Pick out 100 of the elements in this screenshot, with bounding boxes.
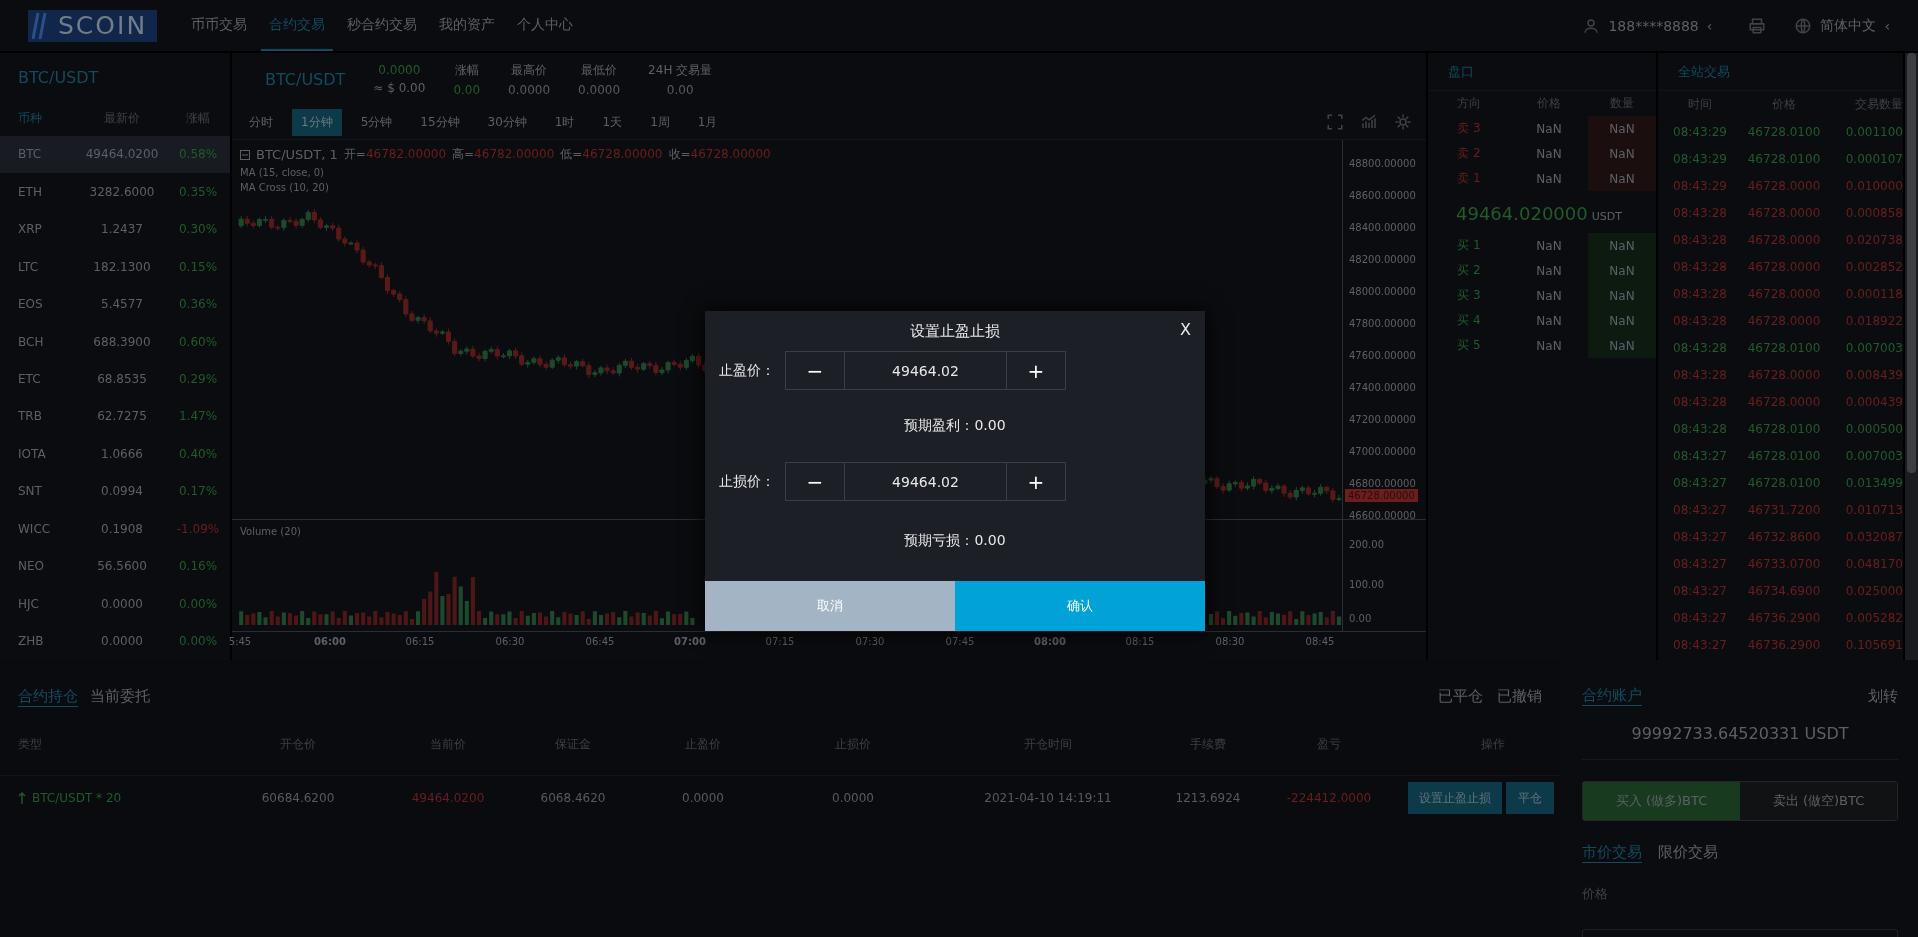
- column-header[interactable]: 币种: [0, 109, 78, 127]
- decrement-button[interactable]: −: [785, 462, 845, 501]
- market-row[interactable]: NEO 56.5600 0.16%: [0, 547, 230, 586]
- time-tick: 07:45: [944, 636, 976, 647]
- time-tick: 07:30: [854, 636, 886, 647]
- printer-icon: [1748, 16, 1767, 35]
- trade-amount: 0.025000: [1844, 583, 1903, 598]
- side-label: 卖 2: [1456, 145, 1482, 162]
- market-row[interactable]: ETH 3282.6000 0.35%: [0, 173, 230, 211]
- stat-value: 0.0000: [508, 82, 551, 97]
- volume-label: Volume (20): [240, 526, 301, 537]
- transfer-link[interactable]: 划转: [1868, 686, 1898, 706]
- trade-price: 46734.6900: [1746, 583, 1822, 598]
- market-row[interactable]: BCH 688.3900 0.60%: [0, 322, 230, 361]
- chevron-icon[interactable]: ‹: [1706, 17, 1713, 34]
- side-toggle[interactable]: 卖出 (做空)BTC: [1740, 782, 1897, 820]
- interval-tab[interactable]: 1月: [688, 108, 727, 136]
- interval-tab[interactable]: 1周: [641, 108, 679, 136]
- indicator-label: MA (15, close, 0): [240, 167, 325, 178]
- order-price: NaN: [1535, 238, 1563, 253]
- market-row[interactable]: IOTA 1.0666 0.40%: [0, 435, 230, 473]
- trade-time: 08:43:27: [1672, 475, 1728, 490]
- logo[interactable]: SCOIN: [28, 9, 158, 42]
- price-tick: 48800.00000: [1349, 158, 1416, 169]
- stat-label: 最高价: [511, 61, 548, 79]
- price-input[interactable]: 49464.02: [845, 462, 1006, 501]
- market-row[interactable]: ETC 68.8535 0.29%: [0, 360, 230, 398]
- trade-price: 46736.2900: [1746, 637, 1822, 652]
- price-tick: 47400.00000: [1349, 382, 1416, 393]
- order-type-tab[interactable]: 限价交易: [1658, 843, 1718, 863]
- order-price: NaN: [1535, 171, 1563, 186]
- order-amount: NaN: [1588, 233, 1656, 258]
- nav-item[interactable]: 币币交易: [183, 0, 256, 51]
- indicator-label: MA Cross (10, 20): [240, 182, 330, 193]
- interval-tab[interactable]: 5分钟: [351, 108, 402, 136]
- increment-button[interactable]: +: [1006, 351, 1066, 390]
- interval-tab[interactable]: 分时: [240, 108, 282, 136]
- interval-tab[interactable]: 1分钟: [292, 108, 342, 136]
- trade-amount: 0.018922: [1844, 313, 1903, 328]
- interval-tab[interactable]: 30分钟: [478, 108, 536, 136]
- filter-link[interactable]: 已撤销: [1497, 687, 1542, 707]
- price-tick: 47000.00000: [1349, 446, 1416, 457]
- order-price: NaN: [1535, 313, 1563, 328]
- decrement-button[interactable]: −: [785, 351, 845, 390]
- action-button[interactable]: 设置止盈止损: [1408, 782, 1502, 814]
- ohlc-value: 收=46728.00000: [668, 146, 771, 163]
- user-account[interactable]: 188****8888: [1608, 17, 1699, 34]
- scrollbar[interactable]: [1905, 53, 1918, 660]
- nav-item[interactable]: 个人中心: [509, 0, 582, 51]
- trade-time: 08:43:27: [1672, 448, 1728, 463]
- market-row[interactable]: TRB 62.7275 1.47%: [0, 397, 230, 436]
- cancel-button[interactable]: 取消: [705, 581, 955, 631]
- trade-amount: 0.007003: [1844, 448, 1903, 463]
- field-label: 止损价：: [719, 472, 776, 491]
- volume-tick: 100.00: [1349, 579, 1384, 590]
- positions-tab[interactable]: 合约持仓: [18, 687, 78, 707]
- order-type-tab[interactable]: 市价交易: [1582, 843, 1642, 863]
- market-row[interactable]: XRP 1.2437 0.30%: [0, 210, 230, 248]
- expected-result: 预期亏损：0.00: [904, 532, 1006, 550]
- nav-item[interactable]: 秒合约交易: [339, 0, 426, 51]
- trade-price: 46728.0000: [1746, 205, 1822, 220]
- trade-time: 08:43:29: [1672, 178, 1728, 193]
- market-row[interactable]: ZHB 0.0000 0.00%: [0, 622, 230, 660]
- account-tab[interactable]: 合约账户: [1582, 686, 1642, 706]
- positions-tab[interactable]: 当前委托: [90, 687, 150, 707]
- action-button[interactable]: 平仓: [1506, 782, 1554, 814]
- market-row[interactable]: EOS 5.4577 0.36%: [0, 285, 230, 323]
- confirm-button[interactable]: 确认: [955, 581, 1205, 631]
- interval-tab[interactable]: 1天: [593, 108, 632, 136]
- interval-tab[interactable]: 15分钟: [411, 108, 469, 136]
- filter-link[interactable]: 已平仓: [1438, 687, 1483, 707]
- market-row[interactable]: SNT 0.0994 0.17%: [0, 472, 230, 511]
- side-label: 买 4: [1456, 312, 1482, 329]
- chevron-icon[interactable]: ‹: [1884, 17, 1890, 34]
- ohlc-value: 低=46728.00000: [560, 146, 663, 163]
- market-row[interactable]: LTC 182.1300 0.15%: [0, 247, 230, 286]
- market-row[interactable]: HJC 0.0000 0.00%: [0, 585, 230, 623]
- order-price: NaN: [1535, 121, 1563, 136]
- stat-label: 24H 交易量: [648, 61, 713, 79]
- collapse-icon[interactable]: [240, 149, 250, 160]
- interval-tab[interactable]: 1时: [545, 108, 584, 136]
- trade-price: 46728.0000: [1746, 367, 1822, 382]
- side-label: 卖 1: [1456, 170, 1482, 187]
- time-tick: 07:00: [673, 636, 707, 647]
- trade-price: 46728.0000: [1746, 313, 1822, 328]
- side-toggle[interactable]: 买入 (做多)BTC: [1583, 782, 1740, 820]
- side-label: 买 5: [1456, 337, 1482, 354]
- price-input[interactable]: 49464.02: [845, 351, 1006, 390]
- market-row[interactable]: BTC 49464.0200 0.58%: [0, 135, 230, 174]
- close-button[interactable]: X: [1174, 319, 1197, 340]
- language-selector[interactable]: 简体中文: [1820, 16, 1877, 35]
- trade-price: 46728.0100: [1746, 475, 1822, 490]
- nav-item[interactable]: 合约交易: [261, 0, 334, 51]
- market-row[interactable]: WICC 0.1908 -1.09%: [0, 510, 230, 548]
- nav-item[interactable]: 我的资产: [431, 0, 504, 51]
- increment-button[interactable]: +: [1006, 462, 1066, 501]
- order-amount: NaN: [1588, 308, 1656, 333]
- table-cell-text: 49464.0200: [410, 791, 486, 805]
- order-amount: NaN: [1588, 116, 1656, 141]
- logo-text: SCOIN: [58, 11, 148, 40]
